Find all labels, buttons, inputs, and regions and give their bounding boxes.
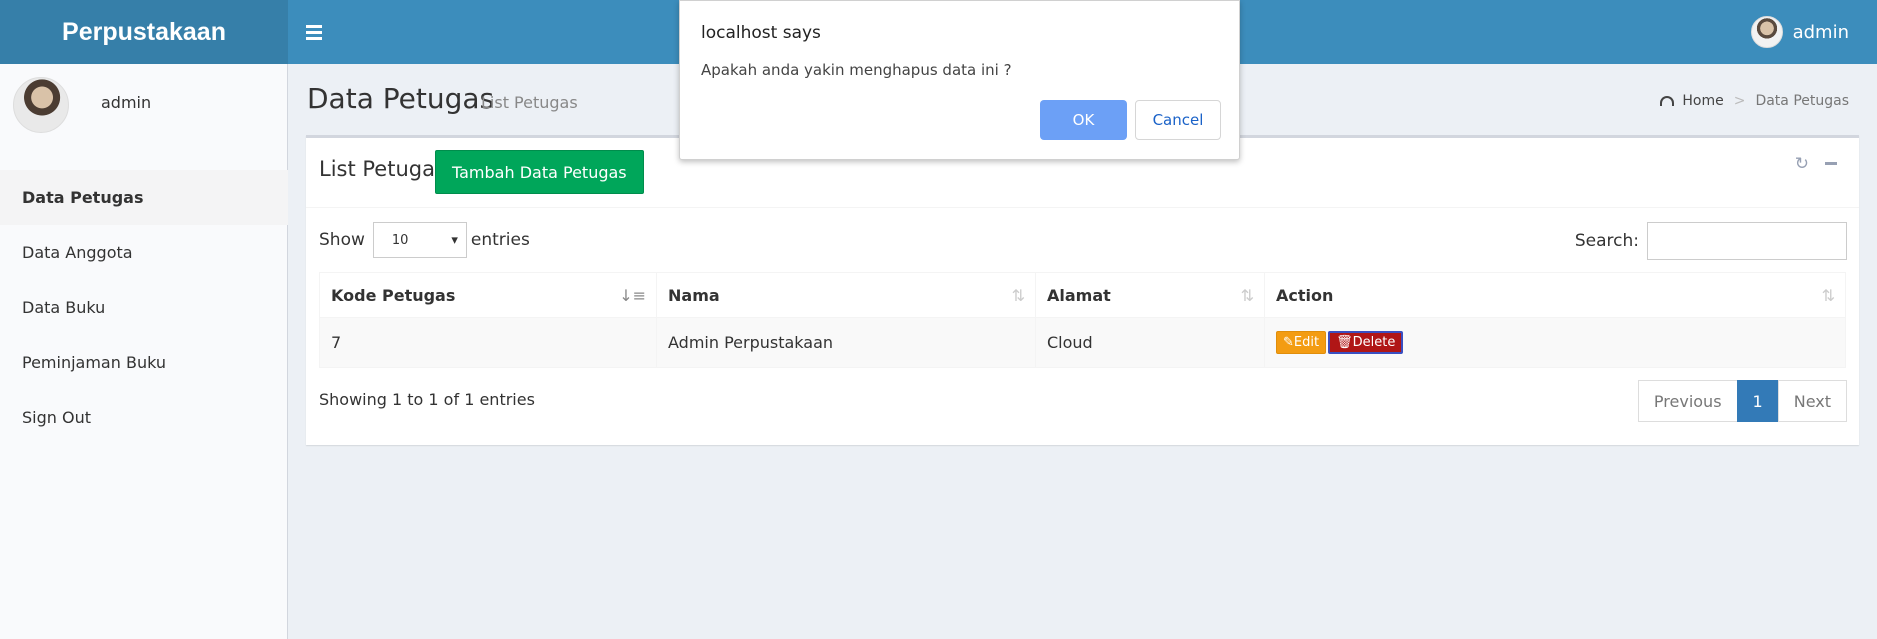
table-info: Showing 1 to 1 of 1 entries (319, 390, 535, 409)
show-label: Show (319, 230, 365, 250)
page-1-button[interactable]: 1 (1736, 380, 1779, 422)
box-tools: ↻ (1795, 154, 1837, 174)
avatar (13, 77, 69, 133)
sort-icon: ⇅ (1240, 286, 1254, 305)
dashboard-icon (1660, 96, 1675, 106)
sidebar-item-peminjaman-buku[interactable]: Peminjaman Buku (0, 335, 288, 390)
page-title: Data Petugas (307, 82, 495, 115)
user-panel: admin (13, 77, 151, 133)
page-subtitle: List Petugas (481, 93, 578, 112)
cell-kode: 7 (319, 317, 657, 368)
breadcrumb: Home > Data Petugas (1660, 93, 1849, 109)
sidebar-item-data-anggota[interactable]: Data Anggota (0, 225, 288, 280)
pagination: Previous 1 Next (1637, 380, 1847, 422)
search-label: Search: (1574, 231, 1639, 251)
sidebar-item-data-petugas[interactable]: Data Petugas (0, 170, 288, 225)
table-row: 7 Admin Perpustakaan Cloud ✎Edit 🗑Delete (319, 317, 1846, 368)
cancel-button[interactable]: Cancel (1135, 100, 1221, 140)
sidebar-item-label: Data Anggota (22, 243, 133, 262)
sidebar-item-data-buku[interactable]: Data Buku (0, 280, 288, 335)
dialog-message: Apakah anda yakin menghapus data ini ? (701, 61, 1012, 79)
column-header-action[interactable]: Action ⇅ (1264, 272, 1846, 318)
ok-button[interactable]: OK (1040, 100, 1127, 140)
chevron-down-icon: ▾ (451, 232, 458, 248)
user-menu-name: admin (1792, 21, 1849, 43)
sort-asc-icon: ↓≡ (619, 286, 646, 305)
edit-label: Edit (1293, 335, 1320, 350)
column-header-label: Kode Petugas (331, 285, 456, 305)
entries-label: entries (470, 230, 530, 250)
cell-alamat: Cloud (1035, 317, 1265, 368)
column-header-label: Alamat (1047, 285, 1111, 305)
petugas-table: Kode Petugas ↓≡ Nama ⇅ Alamat ⇅ Action ⇅ 7 A… (319, 272, 1846, 368)
sidebar-item-label: Data Buku (22, 298, 106, 317)
confirm-dialog: localhost says Apakah anda yakin menghap… (679, 0, 1240, 160)
breadcrumb-current: Data Petugas (1755, 93, 1849, 109)
sidebar-toggle-icon[interactable] (306, 22, 326, 49)
previous-button[interactable]: Previous (1637, 380, 1738, 422)
column-header-alamat[interactable]: Alamat ⇅ (1035, 272, 1265, 318)
sidebar-item-label: Data Petugas (22, 188, 144, 207)
box-title: List Petugas (319, 157, 446, 181)
collapse-icon[interactable] (1825, 162, 1837, 165)
sidebar: admin Data Petugas Data Anggota Data Buk… (0, 64, 288, 639)
column-header-label: Nama (668, 285, 720, 305)
pencil-icon: ✎ (1283, 335, 1294, 350)
column-header-nama[interactable]: Nama ⇅ (656, 272, 1036, 318)
sidebar-item-sign-out[interactable]: Sign Out (0, 390, 288, 445)
page-size-control: Show 10 ▾ entries (319, 222, 530, 258)
search-control: Search: (1575, 222, 1847, 260)
page-size-value: 10 (391, 232, 409, 248)
cell-action: ✎Edit 🗑Delete (1264, 317, 1846, 368)
delete-label: Delete (1352, 335, 1396, 350)
delete-button[interactable]: 🗑Delete (1328, 331, 1404, 354)
dialog-title: localhost says (701, 23, 821, 43)
sidebar-item-label: Peminjaman Buku (22, 353, 166, 372)
sort-icon: ⇅ (1821, 286, 1835, 305)
page-size-select[interactable]: 10 ▾ (372, 222, 467, 258)
column-header-kode[interactable]: Kode Petugas ↓≡ (319, 272, 657, 318)
sidebar-item-label: Sign Out (22, 408, 91, 427)
next-button[interactable]: Next (1777, 380, 1847, 422)
table-header-row: Kode Petugas ↓≡ Nama ⇅ Alamat ⇅ Action ⇅ (319, 272, 1846, 318)
user-menu[interactable]: admin (1750, 16, 1849, 48)
breadcrumb-home[interactable]: Home (1682, 93, 1723, 109)
petugas-box: List Petugas Tambah Data Petugas ↻ Show … (306, 135, 1859, 445)
cell-nama: Admin Perpustakaan (656, 317, 1036, 368)
trash-icon: 🗑 (1336, 335, 1353, 350)
refresh-icon[interactable]: ↻ (1795, 154, 1809, 174)
breadcrumb-separator: > (1733, 93, 1746, 109)
edit-button[interactable]: ✎Edit (1276, 331, 1327, 354)
sort-icon: ⇅ (1011, 286, 1025, 305)
sidebar-user-name: admin (101, 93, 152, 112)
sidebar-menu: Data Petugas Data Anggota Data Buku Pemi… (0, 170, 288, 445)
app-logo[interactable]: Perpustakaan (0, 0, 288, 64)
column-header-label: Action (1276, 285, 1334, 305)
add-petugas-button[interactable]: Tambah Data Petugas (435, 150, 644, 194)
search-input[interactable] (1647, 222, 1847, 260)
avatar (1750, 16, 1783, 48)
